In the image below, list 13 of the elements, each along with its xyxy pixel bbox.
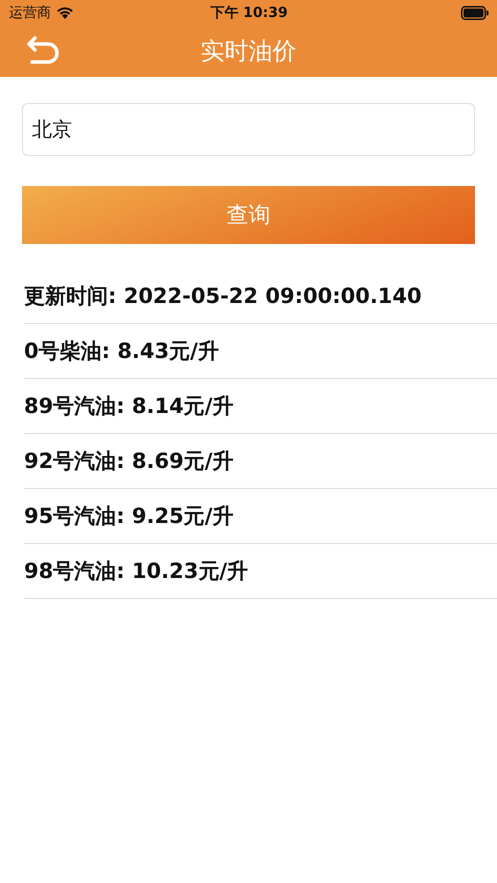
page-title: 实时油价 [200,36,296,67]
price-text: 95号汽油: 9.25元/升 [24,503,234,530]
clock-time: 下午 10:39 [210,4,288,22]
price-text: 更新时间: 2022-05-22 09:00:00.140 [24,283,422,310]
price-text: 92号汽油: 8.69元/升 [24,448,234,475]
wifi-icon [56,6,74,19]
back-icon[interactable] [26,35,60,65]
price-text: 0号柴油: 8.43元/升 [24,338,219,365]
carrier-name: 运营商 [9,4,51,22]
price-text: 98号汽油: 10.23元/升 [24,558,248,585]
battery-icon [461,6,489,20]
city-input-field[interactable]: 北京 [22,103,475,156]
price-text: 89号汽油: 8.14元/升 [24,393,234,420]
